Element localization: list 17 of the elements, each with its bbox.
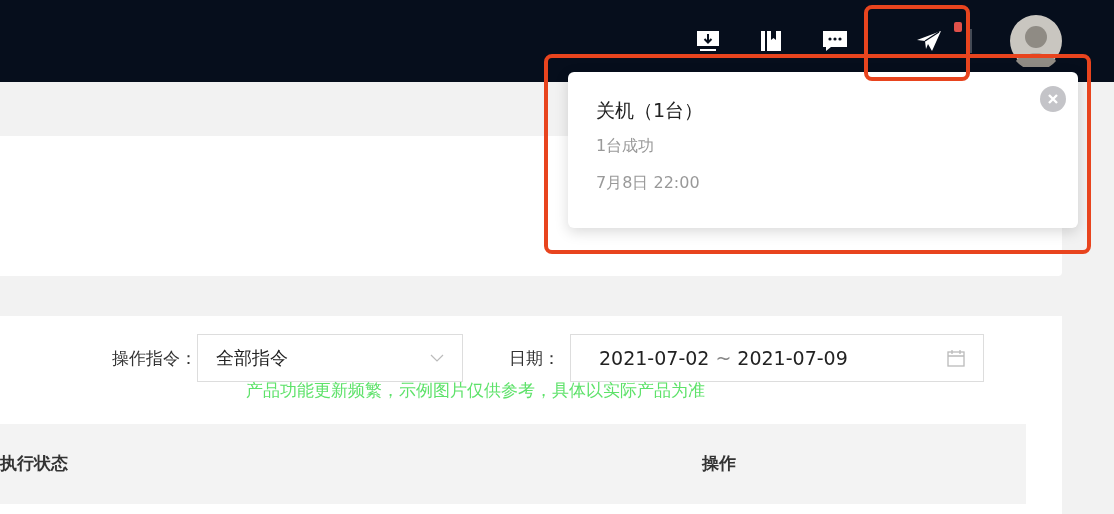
column-header: 操作 — [702, 452, 736, 475]
chat-icon[interactable] — [822, 30, 848, 52]
date-range-field[interactable]: 2021-07-02 ~ 2021-07-09 — [570, 334, 984, 382]
filter-label: 日期： — [509, 346, 560, 370]
paper-plane-icon[interactable] — [916, 30, 942, 52]
book-icon[interactable] — [760, 30, 782, 52]
calendar-icon — [947, 349, 965, 367]
filter-label: 操作指令： — [112, 346, 197, 370]
notification-detail: 1台成功 — [596, 136, 656, 157]
avatar[interactable] — [1010, 15, 1062, 67]
notice-text: 产品功能更新频繁，示例图片仅供参考，具体以实际产品为准 — [245, 379, 706, 402]
download-icon[interactable] — [696, 30, 720, 52]
column-header: 执行状态 — [0, 452, 68, 475]
notification-title: 关机（1台） — [596, 98, 705, 123]
notification-time: 7月8日 22:00 — [596, 173, 701, 194]
chevron-down-icon — [430, 354, 444, 362]
command-dropdown[interactable]: 全部指令 — [197, 334, 463, 382]
